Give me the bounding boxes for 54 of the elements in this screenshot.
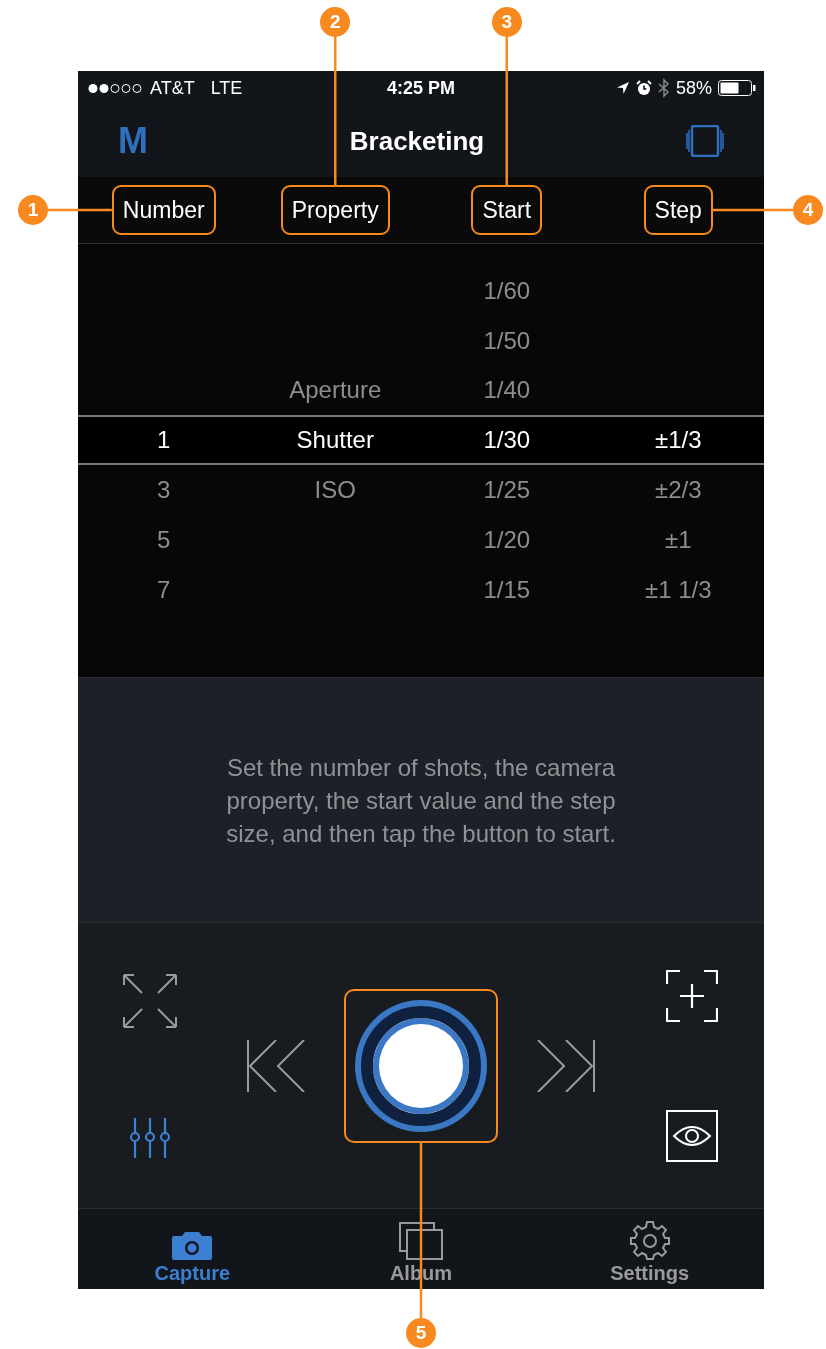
picker-value[interactable]: Aperture <box>289 376 382 404</box>
picker-value[interactable]: 3 <box>157 476 171 504</box>
settings-icon <box>629 1220 670 1260</box>
picker-value[interactable]: 1/40 <box>483 376 531 404</box>
alarm-clock-icon <box>635 80 652 96</box>
picker-value[interactable]: 1/20 <box>483 525 531 553</box>
skip-forward-icon[interactable] <box>536 1039 596 1092</box>
tab-button[interactable]: Settings <box>535 1209 764 1289</box>
camera-icon <box>171 1230 214 1260</box>
eye-icon[interactable] <box>666 1109 718 1162</box>
picker-wheel[interactable]: 1/60 1/50 Aperture 1/40 1 Shutter 1/30 ±1/3 3 ISO 1/25 ±2/3 5 1/20 ±1 7 1/15 ±1 1/3 <box>78 244 764 677</box>
expand-icon[interactable] <box>122 972 178 1029</box>
picker-value[interactable]: ±1 <box>665 525 692 553</box>
frames-icon[interactable] <box>686 125 724 157</box>
carrier-label: AT&T <box>150 77 195 99</box>
callout-badge: 3 <box>491 7 522 37</box>
callout-badge: 4 <box>793 195 823 225</box>
signal-icon <box>88 82 144 94</box>
picker-value[interactable]: 5 <box>157 525 171 553</box>
skip-back-icon[interactable] <box>246 1039 306 1092</box>
picker-value[interactable]: 1/50 <box>483 326 531 354</box>
picker-value[interactable]: 1/15 <box>483 575 531 603</box>
network-label: LTE <box>210 77 243 99</box>
picker-value[interactable]: ISO <box>314 476 356 504</box>
battery-percent: 58% <box>675 77 712 99</box>
mode-button[interactable]: M <box>118 120 148 162</box>
bluetooth-icon <box>657 78 670 98</box>
picker-value[interactable]: ±2/3 <box>654 476 702 504</box>
callout-badge: 2 <box>320 7 351 37</box>
status-time: 4:25 PM <box>387 77 455 99</box>
location-arrow-icon <box>615 81 630 95</box>
picker-value[interactable]: 1/25 <box>483 476 531 504</box>
tab-button[interactable]: Capture <box>78 1209 307 1289</box>
instruction-text: Set the number of shots, the camera property, the start value and the step size, and then tap the button to start. <box>225 752 617 849</box>
screen-title: Bracketing <box>349 125 485 157</box>
picker-value[interactable]: ±1 1/3 <box>644 575 712 603</box>
sliders-icon[interactable] <box>129 1116 171 1159</box>
callout-badge: 5 <box>406 1318 436 1348</box>
column-header: Start <box>471 185 543 235</box>
leader-line <box>48 208 112 212</box>
callout-badge: 1 <box>18 195 48 225</box>
album-icon <box>399 1222 443 1260</box>
picker-value[interactable]: 1 <box>157 426 171 454</box>
column-header: Number <box>111 185 216 235</box>
selected-row[interactable]: 1 Shutter 1/30 ±1/3 <box>78 415 764 466</box>
picker-value[interactable]: 7 <box>157 575 171 603</box>
battery-icon <box>718 80 756 96</box>
picker-value[interactable]: Shutter <box>296 426 374 454</box>
picker-value[interactable]: 1/60 <box>483 276 531 304</box>
focus-add-icon[interactable] <box>666 969 718 1022</box>
picker-value[interactable]: ±1/3 <box>654 426 702 454</box>
picker-value[interactable]: 1/30 <box>483 426 531 454</box>
column-header: Step <box>643 185 713 235</box>
column-header: Property <box>280 185 390 235</box>
